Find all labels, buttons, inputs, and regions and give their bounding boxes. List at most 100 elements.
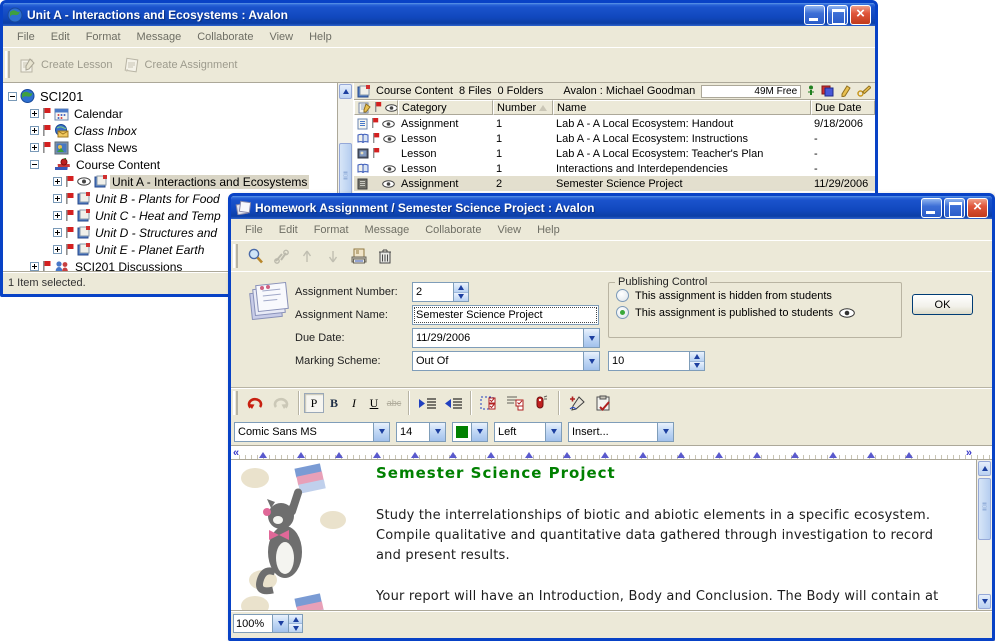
document-editor[interactable]: Semester Science Project Study the inter…	[231, 460, 992, 610]
toolbar-gripper[interactable]	[233, 244, 238, 268]
text-color-select[interactable]	[452, 422, 488, 442]
redo-icon[interactable]	[272, 394, 290, 412]
menu-help[interactable]: Help	[529, 222, 568, 238]
stepper-buttons[interactable]	[689, 352, 704, 370]
delete-trash-icon[interactable]	[376, 247, 394, 265]
expand-icon[interactable]	[30, 262, 39, 271]
chevron-down-icon[interactable]	[583, 329, 599, 347]
close-button[interactable]	[967, 198, 988, 218]
tree-item-sci201[interactable]: SCI201	[3, 88, 337, 105]
tree-label[interactable]: Course Content	[74, 158, 162, 172]
list-fields-icon[interactable]	[506, 394, 524, 412]
maximize-button[interactable]	[827, 5, 848, 25]
scroll-up-button[interactable]	[978, 461, 991, 476]
expand-icon[interactable]	[30, 143, 39, 152]
expand-icon[interactable]	[53, 228, 62, 237]
chevron-down-icon[interactable]	[273, 614, 289, 633]
expand-icon[interactable]	[30, 126, 39, 135]
right-margin-marker[interactable]: »	[966, 447, 972, 459]
expand-icon[interactable]	[53, 177, 62, 186]
radio-published-option[interactable]: This assignment is published to students	[609, 305, 901, 322]
scroll-up-button[interactable]	[339, 84, 352, 99]
menu-edit[interactable]: Edit	[271, 222, 306, 238]
document-scrollbar[interactable]	[976, 460, 992, 610]
marking-points-stepper[interactable]: 10	[608, 351, 705, 371]
tree-label[interactable]: Unit A - Interactions and Ecosystems	[110, 175, 309, 189]
front-titlebar[interactable]: Homework Assignment / Semester Science P…	[231, 196, 992, 219]
tree-item-unit-a[interactable]: Unit A - Interactions and Ecosystems	[3, 173, 337, 190]
left-margin-marker[interactable]: «	[233, 447, 239, 459]
select-fields-icon[interactable]	[480, 394, 498, 412]
expand-icon[interactable]	[53, 211, 62, 220]
chevron-down-icon[interactable]	[583, 352, 599, 370]
indent-increase-icon[interactable]	[418, 394, 436, 412]
tree-label[interactable]: Class Inbox	[72, 124, 139, 138]
minimize-button[interactable]	[804, 5, 825, 25]
file-row[interactable]: Assignment 1 Lab A - A Local Ecosystem: …	[354, 116, 875, 131]
tree-item-course-content[interactable]: Course Content	[3, 156, 337, 173]
underline-button[interactable]: U	[364, 393, 384, 413]
zoom-control[interactable]: 100%	[233, 614, 303, 633]
menu-collaborate[interactable]: Collaborate	[417, 222, 489, 238]
back-titlebar[interactable]: Unit A - Interactions and Ecosystems : A…	[3, 3, 875, 26]
file-row[interactable]: Lesson 1 Lab A - A Local Ecosystem: Inst…	[354, 131, 875, 146]
maximize-button[interactable]	[944, 198, 965, 218]
menu-format[interactable]: Format	[306, 222, 357, 238]
assignment-number-stepper[interactable]: 2	[412, 282, 469, 302]
tree-label[interactable]: Class News	[72, 141, 139, 155]
indent-decrease-icon[interactable]	[444, 394, 462, 412]
tree-item-class-news[interactable]: Class News	[3, 139, 337, 156]
italic-button[interactable]: I	[344, 393, 364, 413]
tree-label[interactable]: Unit E - Planet Earth	[93, 243, 206, 257]
tree-label[interactable]: Unit B - Plants for Food	[93, 192, 222, 206]
collapse-icon[interactable]	[8, 92, 17, 101]
scroll-down-button[interactable]	[978, 594, 991, 609]
minimize-button[interactable]	[921, 198, 942, 218]
expand-icon[interactable]	[53, 245, 62, 254]
create-lesson-button[interactable]: Create Lesson	[14, 55, 118, 75]
column-name[interactable]: Name	[553, 100, 811, 115]
close-button[interactable]	[850, 5, 871, 25]
toolbar-gripper[interactable]	[5, 51, 10, 78]
insert-select[interactable]: Insert...	[568, 422, 674, 442]
menu-help[interactable]: Help	[301, 29, 340, 45]
font-select[interactable]: Comic Sans MS	[234, 422, 390, 442]
toolbar-gripper[interactable]	[233, 391, 238, 415]
tools-icon[interactable]	[272, 247, 290, 265]
bold-button[interactable]: B	[324, 393, 344, 413]
assignment-name-input[interactable]: Semester Science Project	[412, 305, 599, 325]
document-text[interactable]: Semester Science Project Study the inter…	[376, 464, 952, 610]
column-icons[interactable]	[354, 100, 398, 115]
due-date-dropdown[interactable]: 11/29/2006	[412, 328, 600, 348]
menu-file[interactable]: File	[237, 222, 271, 238]
menu-file[interactable]: File	[9, 29, 43, 45]
expand-icon[interactable]	[30, 109, 39, 118]
spellcheck-icon[interactable]	[594, 394, 612, 412]
create-assignment-button[interactable]: Create Assignment	[118, 55, 243, 75]
print-icon[interactable]	[350, 247, 368, 265]
tree-label[interactable]: Calendar	[72, 107, 125, 121]
menu-message[interactable]: Message	[129, 29, 190, 45]
font-size-select[interactable]: 14	[396, 422, 446, 442]
column-category[interactable]: Category	[398, 100, 493, 115]
alignment-select[interactable]: Left	[494, 422, 562, 442]
expand-icon[interactable]	[53, 194, 62, 203]
previous-icon[interactable]	[298, 247, 316, 265]
menu-format[interactable]: Format	[78, 29, 129, 45]
undo-icon[interactable]	[246, 394, 264, 412]
file-row[interactable]: Lesson 1 Lab A - A Local Ecosystem: Teac…	[354, 146, 875, 161]
next-icon[interactable]	[324, 247, 342, 265]
search-icon[interactable]	[246, 247, 264, 265]
tree-label[interactable]: Unit D - Structures and	[93, 226, 219, 240]
tree-item-calendar[interactable]: Calendar	[3, 105, 337, 122]
ruler[interactable]: « »	[231, 445, 992, 460]
menu-view[interactable]: View	[261, 29, 301, 45]
menu-collaborate[interactable]: Collaborate	[189, 29, 261, 45]
column-due-date[interactable]: Due Date	[811, 100, 875, 115]
strikethrough-button[interactable]: abc	[384, 393, 404, 413]
tree-label[interactable]: SCI201	[38, 89, 85, 104]
radio-button-selected[interactable]	[616, 306, 629, 319]
add-signature-icon[interactable]	[568, 394, 586, 412]
file-row-selected[interactable]: Assignment 2 Semester Science Project 11…	[354, 176, 875, 191]
ok-button[interactable]: OK	[912, 294, 973, 315]
